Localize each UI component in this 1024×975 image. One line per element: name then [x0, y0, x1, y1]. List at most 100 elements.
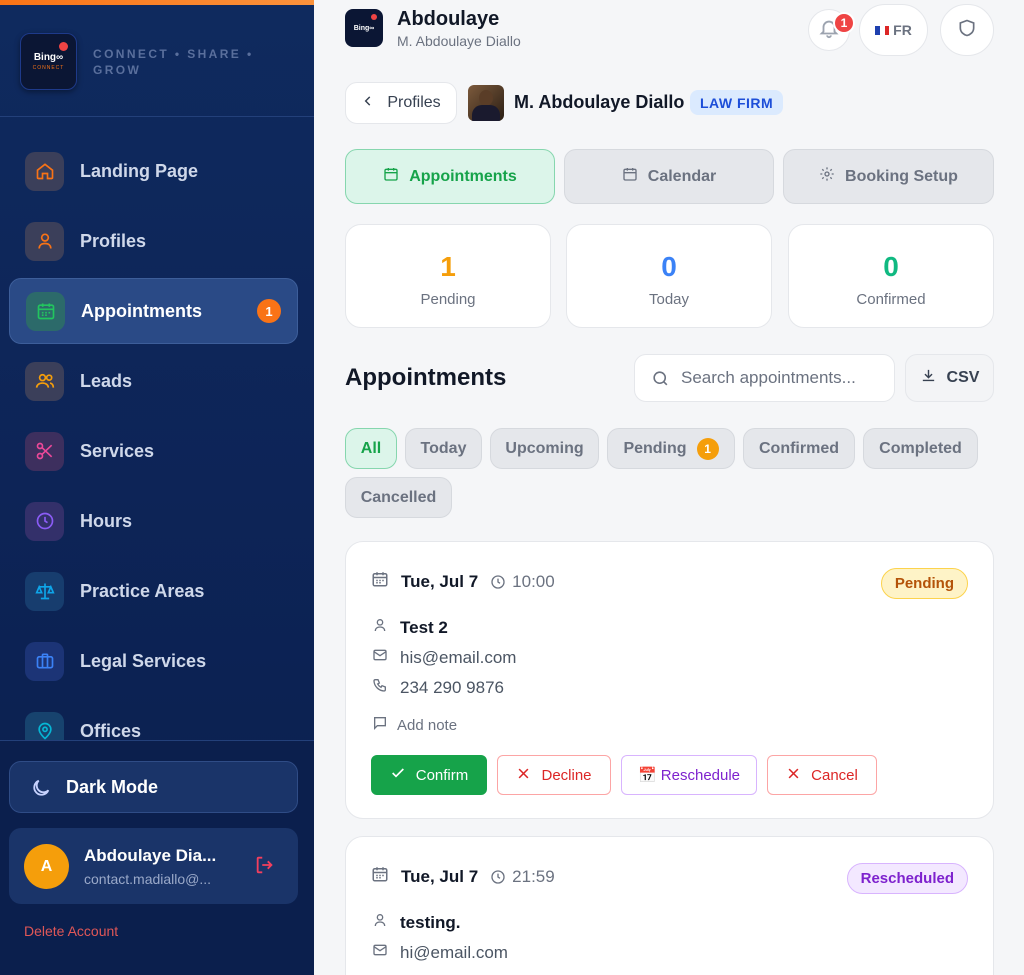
user-name: Abdoulaye Dia...	[84, 846, 217, 865]
nav-count-badge: 1	[257, 299, 281, 323]
stat-value: 0	[661, 251, 677, 282]
user-email: contact.madiallo@...	[84, 871, 212, 887]
csv-label: CSV	[946, 369, 980, 386]
appointment-time: 10:00	[512, 571, 555, 591]
filter-all[interactable]: All	[345, 428, 397, 469]
profile-photo	[468, 85, 504, 121]
status-badge: Rescheduled	[846, 863, 968, 894]
sidebar-item-landing-page[interactable]: Landing Page	[9, 138, 298, 204]
delete-account-link[interactable]: Delete Account	[24, 923, 118, 939]
clock-icon	[490, 574, 506, 590]
filter-completed[interactable]: Completed	[863, 428, 978, 469]
sidebar-divider	[0, 740, 314, 741]
sidebar-item-hours[interactable]: Hours	[9, 488, 298, 554]
reschedule-button[interactable]: 📅 Reschedule	[621, 755, 757, 795]
scissors-icon	[25, 431, 64, 471]
appointment-card[interactable]: Tue, Jul 7 10:00 Pending Test 2 his@emai…	[345, 541, 994, 819]
client-name: testing.	[400, 912, 461, 932]
reschedule-label: 📅 Reschedule	[637, 767, 741, 784]
brand: Bing∞ CONNECT CONNECT • SHARE • GROW	[20, 33, 273, 90]
decline-button[interactable]: Decline	[497, 755, 611, 795]
filter-label: Pending	[623, 439, 687, 457]
back-label: Profiles	[387, 94, 441, 111]
sidebar-item-practice-areas[interactable]: Practice Areas	[9, 558, 298, 624]
stat-confirmed: 0 Confirmed	[788, 224, 994, 328]
stat-pending: 1 Pending	[345, 224, 551, 328]
sidebar-item-appointments[interactable]: Appointments 1	[9, 278, 298, 344]
filter-today[interactable]: Today	[405, 428, 482, 469]
cancel-button[interactable]: Cancel	[767, 755, 877, 795]
security-button[interactable]	[940, 4, 994, 56]
sidebar-item-legal-services[interactable]: Legal Services	[9, 628, 298, 694]
filter-count-badge: 1	[696, 437, 719, 460]
export-csv-button[interactable]: CSV	[905, 354, 994, 402]
search-box	[634, 354, 895, 402]
sidebar-item-label: Practice Areas	[80, 580, 205, 601]
logo-dot	[59, 42, 68, 51]
page-subtitle: M. Abdoulaye Diallo	[397, 33, 521, 49]
download-icon	[920, 367, 937, 389]
language-button[interactable]: FR	[859, 4, 928, 56]
tab-calendar[interactable]: Calendar	[564, 149, 774, 204]
stat-value: 1	[440, 251, 456, 282]
appointment-card[interactable]: Tue, Jul 7 21:59 Rescheduled testing. hi…	[345, 836, 994, 975]
back-to-profiles-button[interactable]: Profiles	[345, 82, 457, 124]
stat-today: 0 Today	[566, 224, 772, 328]
tab-label: Calendar	[647, 167, 717, 185]
client-phone: 234 290 9876	[400, 677, 504, 697]
client-email-row: his@email.com	[372, 647, 516, 668]
stat-label: Pending	[420, 291, 476, 308]
user-card[interactable]: A Abdoulaye Dia... contact.madiallo@...	[9, 828, 298, 904]
sidebar-item-label: Services	[80, 440, 155, 461]
filter-confirmed[interactable]: Confirmed	[743, 428, 855, 469]
tab-label: Booking Setup	[845, 167, 958, 185]
filter-pending[interactable]: Pending 1	[607, 428, 735, 469]
filter-upcoming[interactable]: Upcoming	[490, 428, 599, 469]
gear-icon	[819, 166, 835, 187]
client-email: hi@email.com	[400, 942, 508, 962]
dark-mode-toggle[interactable]: Dark Mode	[9, 761, 298, 813]
brand-tagline: CONNECT • SHARE • GROW	[93, 46, 254, 77]
notifications-button[interactable]: 1	[808, 9, 855, 51]
tab-booking-setup[interactable]: Booking Setup	[783, 149, 994, 204]
add-note-button[interactable]: Add note	[372, 715, 457, 736]
appointment-time: 21:59	[512, 866, 555, 886]
confirm-button[interactable]: Confirm	[371, 755, 487, 795]
sidebar-item-services[interactable]: Services	[9, 418, 298, 484]
close-icon	[516, 766, 531, 785]
logo-subtext: CONNECT	[32, 65, 65, 71]
calendar-icon	[622, 166, 638, 187]
sidebar-item-label: Offices	[80, 720, 142, 741]
brand-logo[interactable]: Bing∞ CONNECT	[20, 33, 77, 90]
search-input[interactable]	[681, 368, 881, 388]
client-name: Test 2	[400, 617, 448, 637]
flag-fr-icon	[875, 25, 890, 35]
logout-icon[interactable]	[254, 854, 276, 881]
filter-cancelled[interactable]: Cancelled	[345, 477, 452, 518]
phone-icon	[372, 677, 388, 698]
users-icon	[25, 361, 64, 401]
avatar: A	[24, 844, 69, 889]
calendar-icon	[371, 570, 389, 593]
filter-label: Completed	[879, 439, 962, 457]
add-note-label: Add note	[397, 717, 458, 734]
sidebar-item-label: Legal Services	[80, 650, 207, 671]
profile-type-badge: LAW FIRM	[690, 90, 784, 115]
appointment-date: Tue, Jul 7	[401, 571, 479, 591]
photo-suit	[472, 105, 500, 121]
language-label: FR	[893, 22, 912, 38]
logo-text: Bing∞	[353, 24, 375, 32]
sidebar-item-profiles[interactable]: Profiles	[9, 208, 298, 274]
sidebar-item-leads[interactable]: Leads	[9, 348, 298, 414]
section-title: Appointments	[345, 364, 507, 391]
photo-face	[479, 90, 493, 106]
tab-appointments[interactable]: Appointments	[345, 149, 555, 204]
sidebar-item-label: Landing Page	[80, 160, 199, 181]
sidebar-item-label: Appointments	[81, 300, 202, 321]
stat-label: Confirmed	[856, 291, 926, 308]
confirm-label: Confirm	[415, 766, 469, 784]
sidebar: Bing∞ CONNECT CONNECT • SHARE • GROW Lan…	[0, 0, 314, 975]
appointment-datetime: Tue, Jul 7 10:00	[371, 570, 555, 593]
filter-label: All	[360, 439, 382, 457]
client-email: his@email.com	[400, 647, 517, 667]
